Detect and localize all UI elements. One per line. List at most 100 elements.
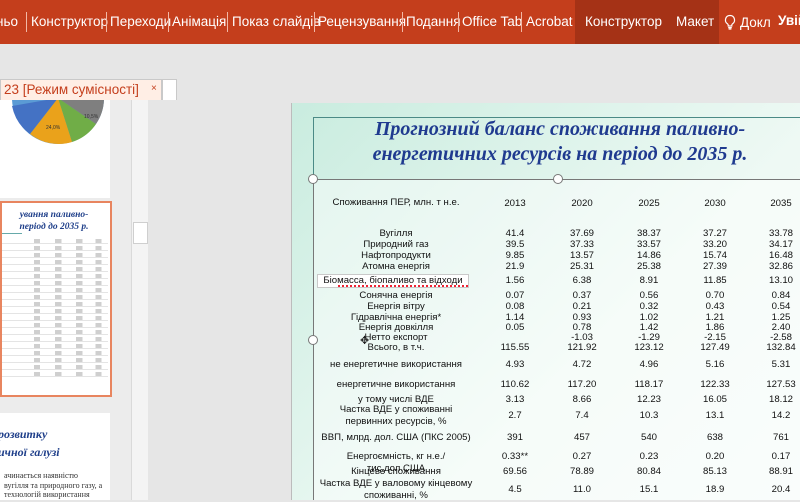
table-cell: 123.12 bbox=[634, 342, 664, 353]
table-cell: 2.7 bbox=[508, 410, 522, 421]
slide-thumbnail-selected[interactable]: ування паливно- період до 2035 р. bbox=[0, 201, 112, 397]
table-cell: 16.48 bbox=[768, 250, 793, 261]
ribbon-tab-home[interactable]: ньо bbox=[0, 13, 18, 31]
table-cell: 7.4 bbox=[575, 410, 589, 421]
table-cell: 110.62 bbox=[500, 379, 530, 390]
table-cell: 80.84 bbox=[636, 466, 661, 477]
ribbon-tab-review[interactable]: Рецензування bbox=[318, 13, 406, 31]
resize-handle[interactable] bbox=[308, 335, 318, 345]
table-cell: 5.16 bbox=[705, 359, 725, 370]
table-cell: 16.05 bbox=[702, 394, 727, 405]
table-cell: 0.84 bbox=[771, 290, 791, 301]
table-cell: 132.84 bbox=[766, 342, 796, 353]
resize-handle[interactable] bbox=[553, 174, 563, 184]
document-tab-title: 23 [Режим сумісності] bbox=[4, 82, 139, 97]
slide-title[interactable]: Прогнозний баланс споживання паливно- ен… bbox=[330, 117, 790, 167]
table-cell: 127.53 bbox=[766, 379, 796, 390]
tell-me-label: Докл bbox=[740, 14, 771, 30]
pie-label: 10,5% bbox=[84, 114, 99, 120]
table-cell: 25.38 bbox=[636, 261, 661, 272]
ribbon-tab-view[interactable]: Подання bbox=[406, 13, 461, 31]
sign-in-link[interactable]: Увійт bbox=[778, 13, 800, 28]
table-cell: 32.86 bbox=[768, 261, 793, 272]
table-cell: 8.91 bbox=[639, 275, 659, 286]
table-cell: 121.92 bbox=[567, 342, 597, 353]
table-cell: 0.56 bbox=[639, 290, 659, 301]
table-cell: 4.96 bbox=[639, 359, 659, 370]
table-cell: 4.5 bbox=[508, 484, 522, 495]
table-row-label: енергетичне використання bbox=[336, 379, 456, 390]
tell-me-box[interactable]: Докл bbox=[723, 12, 771, 32]
document-tab-strip: 23 [Режим сумісності] × bbox=[0, 44, 800, 100]
table-cell: 85.13 bbox=[702, 466, 727, 477]
thumbnail-title: розвитку ичної галузі bbox=[0, 425, 60, 461]
slide-thumbnail[interactable]: 24,0% 10,5% bbox=[0, 100, 110, 198]
table-cell: 21.9 bbox=[505, 261, 525, 272]
context-tab-table-design-label: Конструктор bbox=[585, 14, 662, 29]
ribbon-tab-transitions[interactable]: Переходи bbox=[110, 13, 171, 31]
ribbon-tab-acrobat[interactable]: Acrobat bbox=[526, 13, 573, 31]
table-cell: 41.4 bbox=[505, 228, 525, 239]
table-cell: 118.17 bbox=[634, 379, 664, 390]
table-cell: 20.4 bbox=[771, 484, 791, 495]
ribbon-separator bbox=[402, 12, 403, 32]
pie-label: 24,0% bbox=[46, 125, 61, 131]
ribbon-tab-design[interactable]: Конструктор bbox=[31, 13, 108, 31]
thumbnail-title-line: період до 2035 р. bbox=[19, 222, 89, 232]
table-cell: 6.38 bbox=[572, 275, 592, 286]
move-cursor-icon: ✥ bbox=[360, 335, 370, 347]
table-cell: 0.43 bbox=[705, 301, 725, 312]
thumbnail-text-line: ачинається наявністю bbox=[4, 471, 78, 480]
table-cell: 115.55 bbox=[500, 342, 530, 353]
table-cell: 117.20 bbox=[567, 379, 597, 390]
table-cell: 27.39 bbox=[702, 261, 727, 272]
ribbon-tab-office-tab[interactable]: Office Tab bbox=[462, 13, 522, 31]
table-row-label: Частка ВДЕ у споживанні первинних ресурс… bbox=[339, 404, 453, 427]
thumbnail-title-line: ування паливно- bbox=[19, 210, 89, 220]
context-tab-table-layout[interactable]: Макет bbox=[667, 0, 719, 44]
thumbnail-title-line: розвитку bbox=[0, 427, 48, 441]
table-cell: 12.23 bbox=[636, 394, 661, 405]
table-row-label: Всього, в т.ч. bbox=[367, 342, 425, 353]
resize-handle[interactable] bbox=[308, 174, 318, 184]
table-cell: 0.70 bbox=[705, 290, 725, 301]
scrollbar-thumb[interactable] bbox=[133, 222, 148, 244]
slide-title-line: Прогнозний баланс споживання паливно- bbox=[374, 118, 746, 140]
table-cell: 69.56 bbox=[502, 466, 527, 477]
table-header-year: 2030 bbox=[704, 198, 726, 209]
table-cell: 540 bbox=[640, 432, 657, 443]
table-cell: 0.27 bbox=[572, 451, 592, 462]
table-cell: 391 bbox=[506, 432, 523, 443]
table-cell: 0.33** bbox=[501, 451, 529, 462]
new-tab-button[interactable] bbox=[162, 79, 177, 100]
document-tab[interactable]: 23 [Режим сумісності] × bbox=[0, 79, 162, 100]
thumbnail-table-preview bbox=[2, 239, 108, 379]
thumbnails-scrollbar[interactable] bbox=[131, 100, 148, 500]
table-cell: 14.86 bbox=[636, 250, 661, 261]
table-cell: 0.37 bbox=[572, 290, 592, 301]
table-cell: 39.5 bbox=[505, 239, 525, 250]
table-cell: 0.20 bbox=[705, 451, 725, 462]
table-cell: 37.27 bbox=[702, 228, 727, 239]
table-cell: 78.89 bbox=[569, 466, 594, 477]
table-cell: 13.57 bbox=[569, 250, 594, 261]
thumbnail-title: ування паливно- період до 2035 р. bbox=[2, 209, 106, 233]
thumbnail-divider bbox=[2, 233, 22, 234]
slide-thumbnail[interactable]: розвитку ичної галузі ачинається наявніс… bbox=[0, 413, 110, 500]
ribbon-tab-slideshow[interactable]: Показ слайдів bbox=[232, 13, 320, 31]
table-cell: 8.66 bbox=[572, 394, 592, 405]
ribbon-separator bbox=[106, 12, 107, 32]
thumbnail-body-text: ачинається наявністю вугілля та природно… bbox=[4, 471, 102, 500]
table-cell: 10.3 bbox=[639, 410, 659, 421]
table-cell: 127.49 bbox=[700, 342, 730, 353]
table-cell: 18.9 bbox=[705, 484, 725, 495]
table-cell: 33.57 bbox=[636, 239, 661, 250]
context-tab-table-design[interactable]: Конструктор bbox=[575, 0, 667, 44]
table-cell: 13.10 bbox=[768, 275, 793, 286]
table-cell: 0.05 bbox=[505, 322, 525, 333]
ribbon-tab-animations[interactable]: Анімація bbox=[172, 13, 226, 31]
table-row-label: Атомна енергія bbox=[362, 261, 430, 272]
pie-chart-thumbnail: 24,0% 10,5% bbox=[12, 100, 104, 144]
close-icon[interactable]: × bbox=[151, 83, 157, 94]
thumbnail-title-line: ичної галузі bbox=[0, 445, 60, 459]
